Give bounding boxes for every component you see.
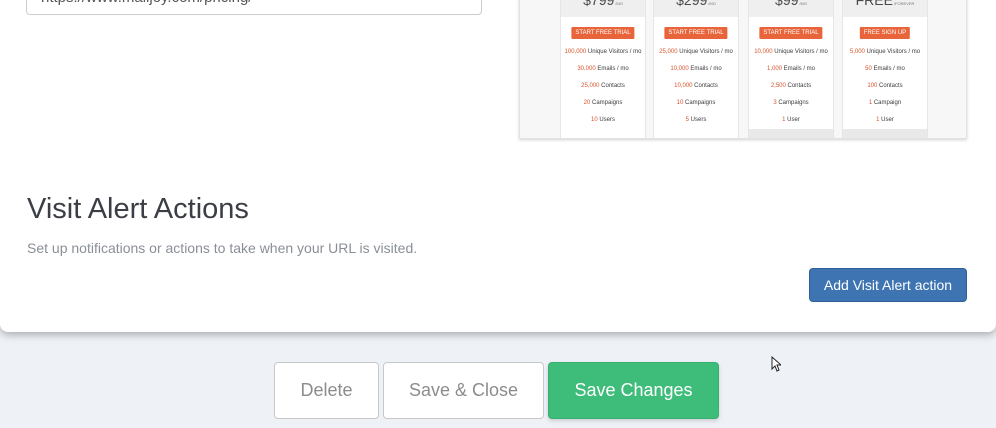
plan-feature: 100,000 Unique Visitors / mo (564, 49, 642, 55)
mouse-pointer-icon (771, 356, 781, 372)
plan-cta-button: START FREE TRIAL (664, 27, 728, 39)
plan-feature: 1,000 Emails / mo (766, 66, 816, 72)
plan-feature: 25,000 Contacts (581, 83, 625, 89)
editor-card: https://www.mailjoy.com/pricing/ $799/MO… (0, 0, 996, 332)
plan-price: $799/MO (583, 0, 623, 8)
plan-feature: 1 User (876, 117, 894, 123)
pricing-page-preview: $799/MO START FREE TRIAL 100,000 Unique … (519, 0, 967, 139)
plan-price: $99/MO (775, 0, 807, 8)
save-close-button[interactable]: Save & Close (383, 362, 544, 419)
visit-alert-description: Set up notifications or actions to take … (27, 240, 418, 256)
save-changes-button[interactable]: Save Changes (548, 362, 719, 419)
plan-price: $299/MO (676, 0, 716, 8)
plan-feature: 10,000 Unique Visitors / mo (754, 49, 828, 55)
plan-feature: 100 Contacts (867, 83, 903, 89)
plan-column: FREE/FOREVER FREE SIGN UP 5,000 Unique V… (842, 0, 928, 138)
plan-column: $299/MO START FREE TRIAL 25,000 Unique V… (653, 0, 739, 138)
plan-column: $99/MO START FREE TRIAL 10,000 Unique Vi… (748, 0, 834, 138)
plan-feature: 20 Campaigns (583, 100, 623, 106)
plan-feature: 5,000 Unique Visitors / mo (849, 49, 921, 55)
plan-price: FREE/FOREVER (855, 0, 915, 8)
plan-feature: 2,500 Contacts (770, 83, 812, 89)
add-visit-alert-button[interactable]: Add Visit Alert action (809, 268, 967, 302)
visit-alert-title: Visit Alert Actions (27, 193, 249, 225)
plan-column: $799/MO START FREE TRIAL 100,000 Unique … (560, 0, 646, 138)
plan-feature: 3 Campaigns (773, 100, 809, 106)
plan-cta-button: START FREE TRIAL (571, 27, 635, 39)
plan-cta-button: FREE SIGN UP (859, 27, 911, 39)
plan-feature: 5 Users (685, 117, 707, 123)
delete-button[interactable]: Delete (274, 362, 379, 419)
plan-feature: 25,000 Unique Visitors / mo (659, 49, 733, 55)
plan-feature: 30,000 Emails / mo (577, 66, 629, 72)
plan-feature: 1 User (782, 117, 800, 123)
plan-feature: 10,000 Contacts (674, 83, 718, 89)
plan-feature: 10 Campaigns (676, 100, 716, 106)
url-field[interactable]: https://www.mailjoy.com/pricing/ (26, 0, 482, 15)
plan-feature: 50 Emails / mo (865, 66, 905, 72)
plan-feature: 1 Campaign (868, 100, 902, 106)
plan-feature: 10 Users (590, 117, 616, 123)
plan-cta-button: START FREE TRIAL (759, 27, 823, 39)
plan-feature: 10,000 Emails / mo (670, 66, 722, 72)
